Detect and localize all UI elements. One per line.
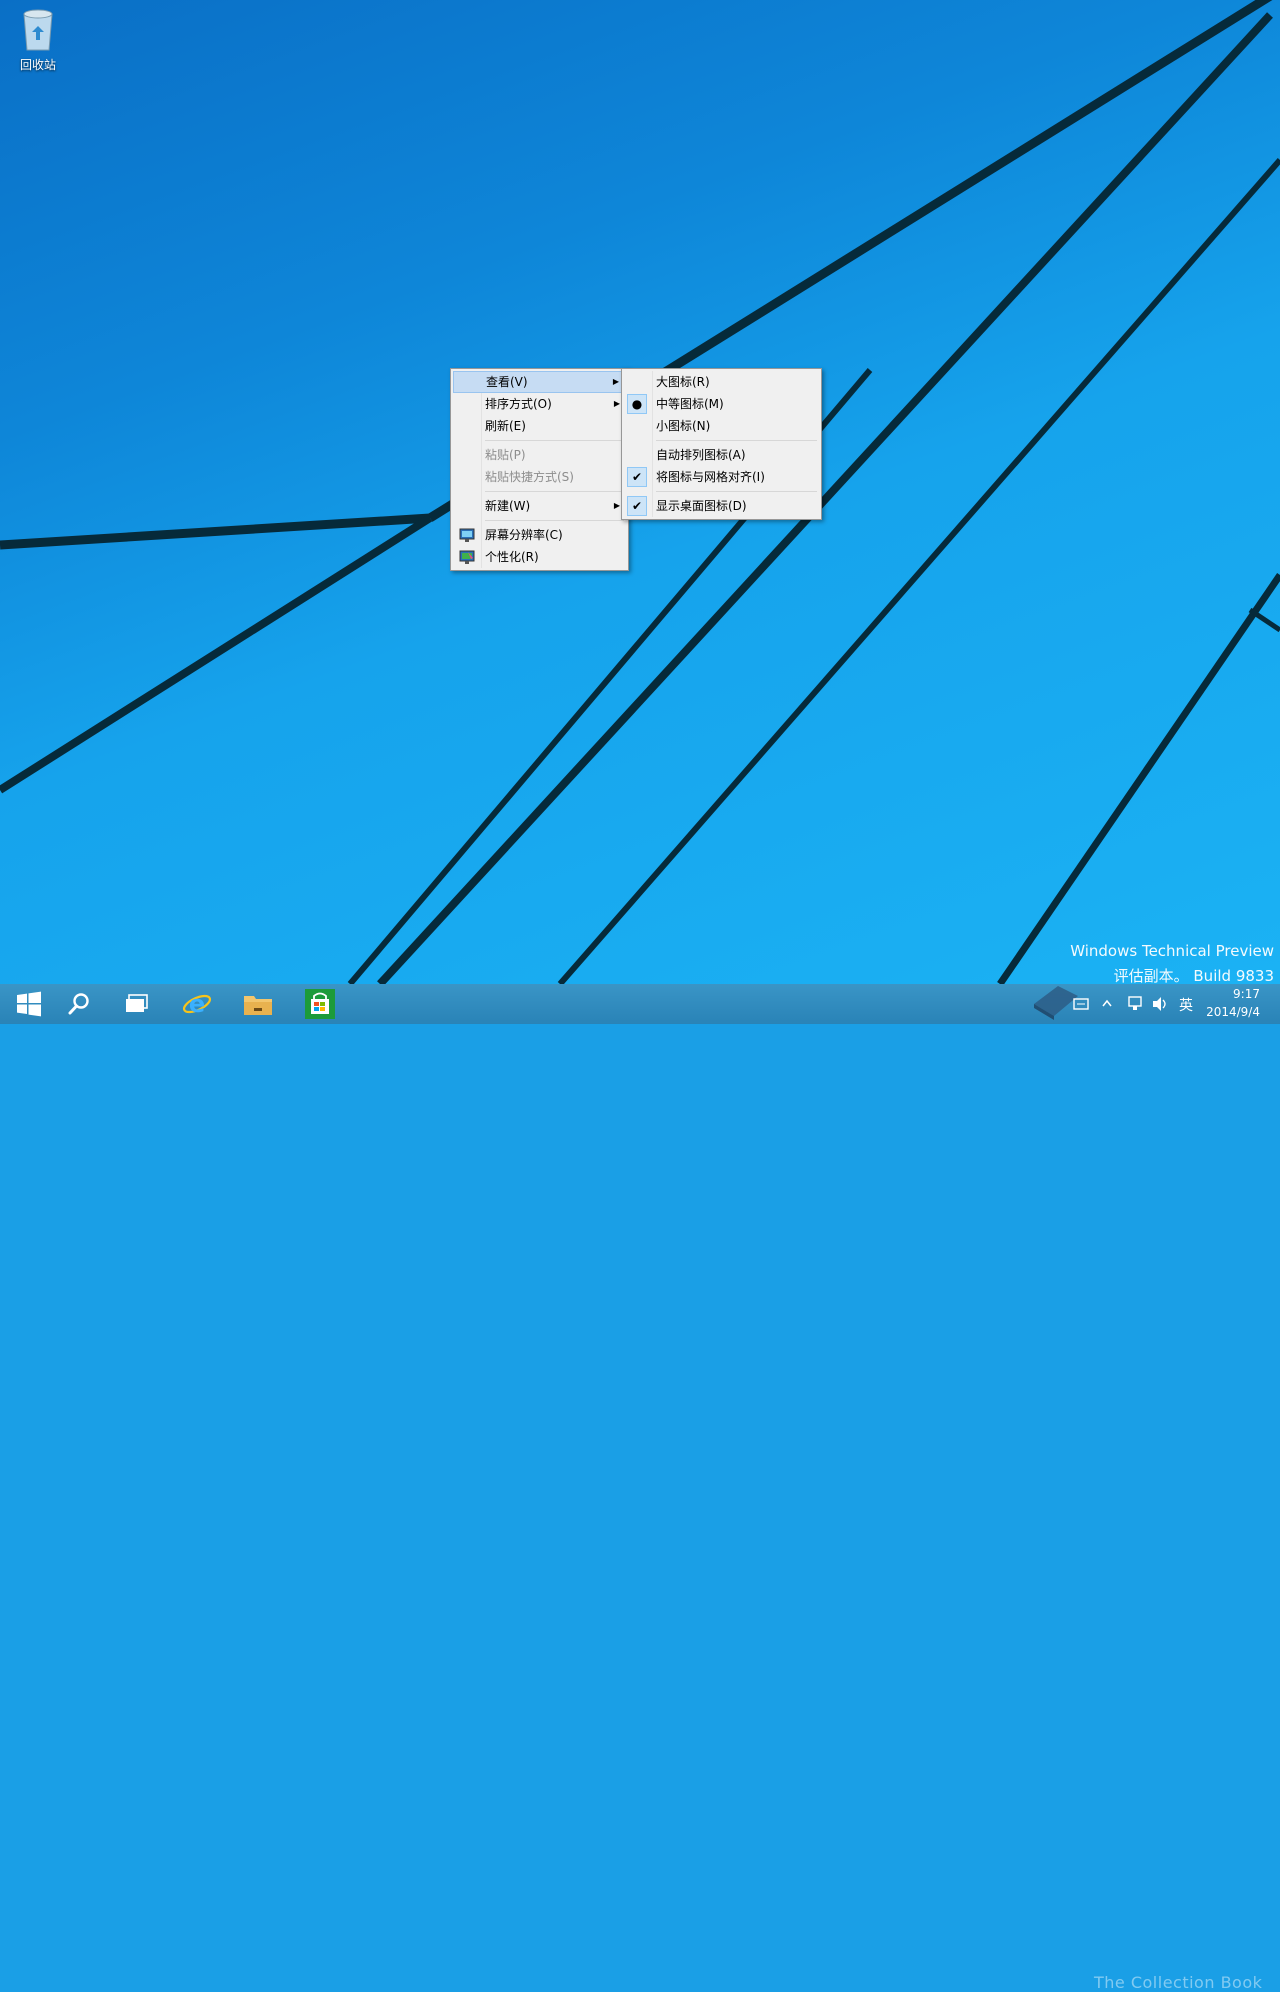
menu-item-medium-icons[interactable]: ● 中等图标(M)	[624, 393, 819, 415]
menu-item-label: 排序方式(O)	[485, 397, 552, 411]
menu-item-refresh[interactable]: 刷新(E)	[453, 415, 626, 437]
desktop-icon-label: 回收站	[19, 58, 56, 72]
menu-item-align-to-grid[interactable]: ✔ 将图标与网格对齐(I)	[624, 466, 819, 488]
taskbar: e The Collection Book 英 9:17 2014/9/4	[0, 984, 1280, 1992]
menu-item-label: 查看(V)	[486, 375, 528, 389]
menu-item-label: 新建(W)	[485, 499, 531, 513]
menu-item-label: 小图标(N)	[656, 419, 711, 433]
checkmark-icon: ✔	[627, 467, 647, 487]
taskbar-store[interactable]	[291, 984, 349, 1024]
radio-bullet-icon: ●	[627, 394, 647, 414]
menu-item-label: 粘贴(P)	[485, 448, 526, 462]
overlay-watermark-text: The Collection Book	[1094, 1973, 1263, 1992]
network-icon[interactable]	[1126, 996, 1144, 1012]
menu-item-large-icons[interactable]: 大图标(R)	[624, 371, 819, 393]
menu-separator	[485, 520, 624, 521]
menu-item-label: 中等图标(M)	[656, 397, 724, 411]
menu-item-personalize[interactable]: 个性化(R)	[453, 546, 626, 568]
menu-item-sort-by[interactable]: 排序方式(O) ▶	[453, 393, 626, 415]
menu-item-view[interactable]: 查看(V) ▶	[453, 371, 626, 393]
watermark-title: Windows Technical Preview	[1070, 942, 1274, 960]
menu-item-paste-shortcut: 粘贴快捷方式(S)	[453, 466, 626, 488]
ime-indicator[interactable]: 英	[1179, 995, 1193, 1015]
store-icon	[305, 989, 335, 1019]
menu-item-label: 个性化(R)	[485, 550, 539, 564]
display-settings-icon	[459, 528, 475, 542]
menu-separator	[485, 491, 624, 492]
tray-chevron-up-icon[interactable]	[1101, 998, 1113, 1008]
taskbar-file-explorer[interactable]	[229, 984, 287, 1024]
taskbar-internet-explorer[interactable]: e	[168, 984, 226, 1024]
folder-icon	[244, 996, 272, 1015]
menu-item-label: 大图标(R)	[656, 375, 710, 389]
menu-separator	[656, 440, 817, 441]
svg-text:e: e	[189, 990, 205, 1018]
desktop-icon-recycle-bin[interactable]: 回收站	[10, 6, 66, 73]
menu-item-new[interactable]: 新建(W) ▶	[453, 495, 626, 517]
menu-item-label: 粘贴快捷方式(S)	[485, 470, 574, 484]
menu-item-label: 显示桌面图标(D)	[656, 499, 747, 513]
recycle-bin-icon	[23, 9, 53, 51]
menu-item-label: 自动排列图标(A)	[656, 448, 746, 462]
volume-icon[interactable]	[1151, 996, 1169, 1012]
task-view-button[interactable]	[108, 984, 166, 1024]
submenu-arrow-icon: ▶	[613, 501, 620, 510]
internet-explorer-icon: e	[182, 990, 212, 1018]
personalize-icon	[459, 550, 475, 564]
clock-time[interactable]: 9:17	[1233, 987, 1260, 1001]
menu-item-paste: 粘贴(P)	[453, 444, 626, 466]
view-submenu: 大图标(R) ● 中等图标(M) 小图标(N) 自动排列图标(A) ✔ 将图标与…	[621, 368, 822, 520]
search-button[interactable]	[50, 984, 108, 1024]
task-view-icon	[126, 994, 148, 1012]
action-center-icon[interactable]	[1073, 998, 1089, 1010]
checkmark-icon: ✔	[627, 496, 647, 516]
menu-item-label: 屏幕分辨率(C)	[485, 528, 563, 542]
windows-logo-icon	[17, 991, 41, 1017]
menu-item-small-icons[interactable]: 小图标(N)	[624, 415, 819, 437]
watermark-build: 评估副本。 Build 9833	[1113, 967, 1274, 984]
search-icon	[68, 993, 89, 1015]
submenu-arrow-icon: ▶	[612, 377, 619, 386]
desktop-context-menu: 查看(V) ▶ 排序方式(O) ▶ 刷新(E) 粘贴(P) 粘贴快捷方式(S) …	[450, 368, 629, 571]
menu-separator	[485, 440, 624, 441]
menu-item-label: 刷新(E)	[485, 419, 526, 433]
menu-item-show-desktop-icons[interactable]: ✔ 显示桌面图标(D)	[624, 495, 819, 517]
menu-item-screen-resolution[interactable]: 屏幕分辨率(C)	[453, 524, 626, 546]
submenu-arrow-icon: ▶	[613, 399, 620, 408]
menu-item-label: 将图标与网格对齐(I)	[656, 470, 765, 484]
menu-item-auto-arrange[interactable]: 自动排列图标(A)	[624, 444, 819, 466]
menu-separator	[656, 491, 817, 492]
clock-date[interactable]: 2014/9/4	[1206, 1005, 1260, 1019]
